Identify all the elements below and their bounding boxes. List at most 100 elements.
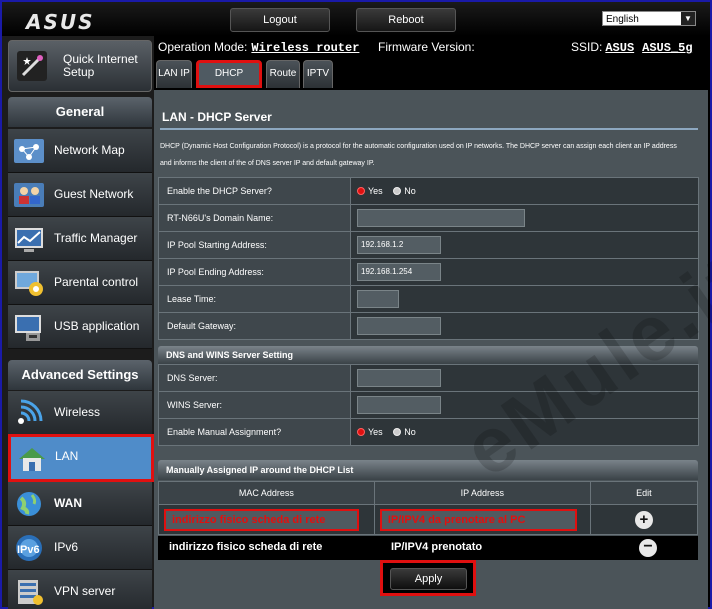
pool-start-input[interactable]: 192.168.1.2: [357, 236, 441, 254]
tab-lan-ip[interactable]: LAN IP: [156, 60, 192, 88]
domain-name-input[interactable]: [357, 209, 525, 227]
edit-header: Edit: [589, 481, 699, 505]
sidebar-item-label: Guest Network: [54, 187, 134, 201]
operation-mode-link[interactable]: Wireless router: [251, 41, 359, 55]
dns-wins-section-title: DNS and WINS Server Setting: [158, 346, 698, 364]
page-title: LAN - DHCP Server: [162, 110, 272, 124]
page-description: DHCP (Dynamic Host Configuration Protoco…: [160, 143, 677, 167]
dns-server-input[interactable]: [357, 369, 441, 387]
sidebar-item-label: IPv6: [54, 540, 79, 554]
language-select[interactable]: English ▼: [602, 11, 696, 26]
manual-assignment-yes-radio[interactable]: [357, 428, 365, 437]
pool-end-input[interactable]: 192.168.1.254: [357, 263, 441, 281]
table-row: indirizzo fisico scheda di rete IP/IPV4 …: [158, 504, 699, 535]
ssid-5g-link[interactable]: ASUS_5g: [642, 41, 692, 55]
sidebar-item-label: WAN: [54, 496, 82, 510]
sidebar-item-vpn-server[interactable]: VPN server: [8, 570, 152, 609]
pool-start-label: IP Pool Starting Address:: [158, 231, 351, 259]
add-plus-icon[interactable]: +: [634, 510, 653, 529]
yes-label: Yes: [368, 186, 383, 197]
sidebar-item-label: Network Map: [54, 143, 125, 157]
tab-iptv[interactable]: IPTV: [303, 60, 333, 88]
pool-end-label: IP Pool Ending Address:: [158, 258, 351, 286]
parental-control-icon: [15, 271, 43, 296]
globe-icon: [17, 492, 41, 516]
ipv6-icon: IPv6: [16, 535, 42, 561]
sidebar-item-parental-control[interactable]: Parental control: [8, 261, 152, 305]
dns-server-label: DNS Server:: [158, 364, 351, 392]
sidebar-item-label: VPN server: [54, 584, 116, 598]
wins-server-input[interactable]: [357, 396, 441, 414]
lease-time-input[interactable]: [357, 290, 399, 308]
svg-text:IPv6: IPv6: [17, 544, 40, 556]
default-gateway-input[interactable]: [357, 317, 441, 335]
sidebar-item-guest-network[interactable]: Guest Network: [8, 173, 152, 217]
apply-highlight: Apply: [380, 560, 476, 596]
sidebar: Quick Internet Setup General Network Map…: [2, 36, 154, 609]
traffic-manager-icon: [15, 228, 43, 252]
sidebar-item-traffic-manager[interactable]: Traffic Manager: [8, 217, 152, 261]
quick-internet-setup-label: Quick Internet Setup: [63, 52, 138, 79]
ssid-info: SSID: ASUS ASUS_5g: [571, 40, 693, 55]
sidebar-item-lan[interactable]: LAN: [8, 434, 154, 482]
top-bar: ASUS Logout Reboot English ▼: [2, 2, 710, 36]
usb-application-icon: [15, 315, 41, 341]
wireless-icon: [18, 399, 43, 424]
asus-logo: ASUS: [26, 10, 95, 34]
operation-mode-label: Operation Mode:: [158, 40, 248, 54]
reserved-ip-text: IP/IPV4 prenotato: [391, 541, 483, 553]
lease-time-label: Lease Time:: [158, 285, 351, 313]
apply-button[interactable]: Apply: [390, 568, 467, 590]
domain-name-label: RT-N66U's Domain Name:: [158, 204, 351, 232]
mac-address-input[interactable]: indirizzo fisico scheda di rete: [164, 508, 359, 531]
table-row: indirizzo fisico scheda di rete IP/IPV4 …: [158, 536, 698, 560]
yes-label: Yes: [368, 427, 383, 438]
sidebar-item-wan[interactable]: WAN: [8, 482, 152, 526]
sidebar-item-label: Parental control: [54, 275, 139, 289]
remove-minus-icon[interactable]: −: [639, 539, 657, 557]
advanced-settings-section-title: Advanced Settings: [8, 360, 152, 390]
dhcp-settings-table: Enable the DHCP Server? Yes No RT-N66U's…: [158, 177, 699, 340]
general-section-title: General: [8, 97, 152, 127]
dhcp-server-panel: LAN - DHCP Server DHCP (Dynamic Host Con…: [154, 90, 712, 609]
enable-dhcp-yes-radio[interactable]: [357, 187, 365, 196]
tab-route[interactable]: Route: [266, 60, 300, 88]
dns-wins-table: DNS Server: WINS Server: Enable Manual A…: [158, 364, 699, 446]
operation-mode: Operation Mode: Wireless router: [158, 40, 359, 55]
magic-wand-icon: [17, 51, 47, 81]
sidebar-item-ipv6[interactable]: IPv6 IPv6: [8, 526, 152, 570]
enable-dhcp-label: Enable the DHCP Server?: [158, 177, 351, 205]
guest-network-icon: [14, 183, 44, 207]
quick-internet-setup-button[interactable]: Quick Internet Setup: [8, 40, 152, 92]
enable-dhcp-no-radio[interactable]: [393, 187, 402, 196]
default-gateway-label: Default Gateway:: [158, 312, 351, 340]
ip-address-header: IP Address: [373, 481, 591, 505]
logout-button[interactable]: Logout: [230, 8, 330, 32]
ip-address-input[interactable]: IP/IPV4 da prenotare al PC: [379, 508, 577, 531]
firmware-version-label: Firmware Version:: [378, 40, 475, 54]
manual-assignment-no-radio[interactable]: [393, 428, 402, 437]
ssid-2g-link[interactable]: ASUS: [605, 41, 634, 55]
sidebar-item-network-map[interactable]: Network Map: [8, 129, 152, 173]
no-label: No: [404, 186, 416, 197]
sidebar-item-label: Wireless: [54, 405, 101, 419]
manual-assignment-table: MAC Address IP Address Edit indirizzo fi…: [158, 481, 699, 535]
reboot-button[interactable]: Reboot: [356, 8, 456, 32]
title-divider: [160, 128, 698, 130]
ssid-label: SSID:: [571, 40, 603, 54]
wins-server-label: WINS Server:: [158, 391, 351, 419]
sidebar-item-usb-application[interactable]: USB application: [8, 305, 152, 349]
manual-assignment-label: Enable Manual Assignment?: [158, 418, 351, 446]
language-value: English: [606, 14, 639, 25]
manual-list-section-title: Manually Assigned IP around the DHCP Lis…: [158, 460, 698, 480]
mac-address-header: MAC Address: [158, 481, 375, 505]
tab-dhcp-server[interactable]: DHCP Server: [196, 60, 262, 101]
sidebar-item-label: LAN: [55, 449, 79, 463]
sidebar-item-wireless[interactable]: Wireless: [8, 391, 152, 435]
reserved-mac-text: indirizzo fisico scheda di rete: [169, 541, 323, 553]
no-label: No: [404, 427, 416, 438]
lan-icon: [19, 448, 45, 471]
sidebar-item-label: USB application: [54, 319, 140, 333]
vpn-server-icon: [18, 580, 43, 605]
network-map-icon: [14, 139, 44, 163]
